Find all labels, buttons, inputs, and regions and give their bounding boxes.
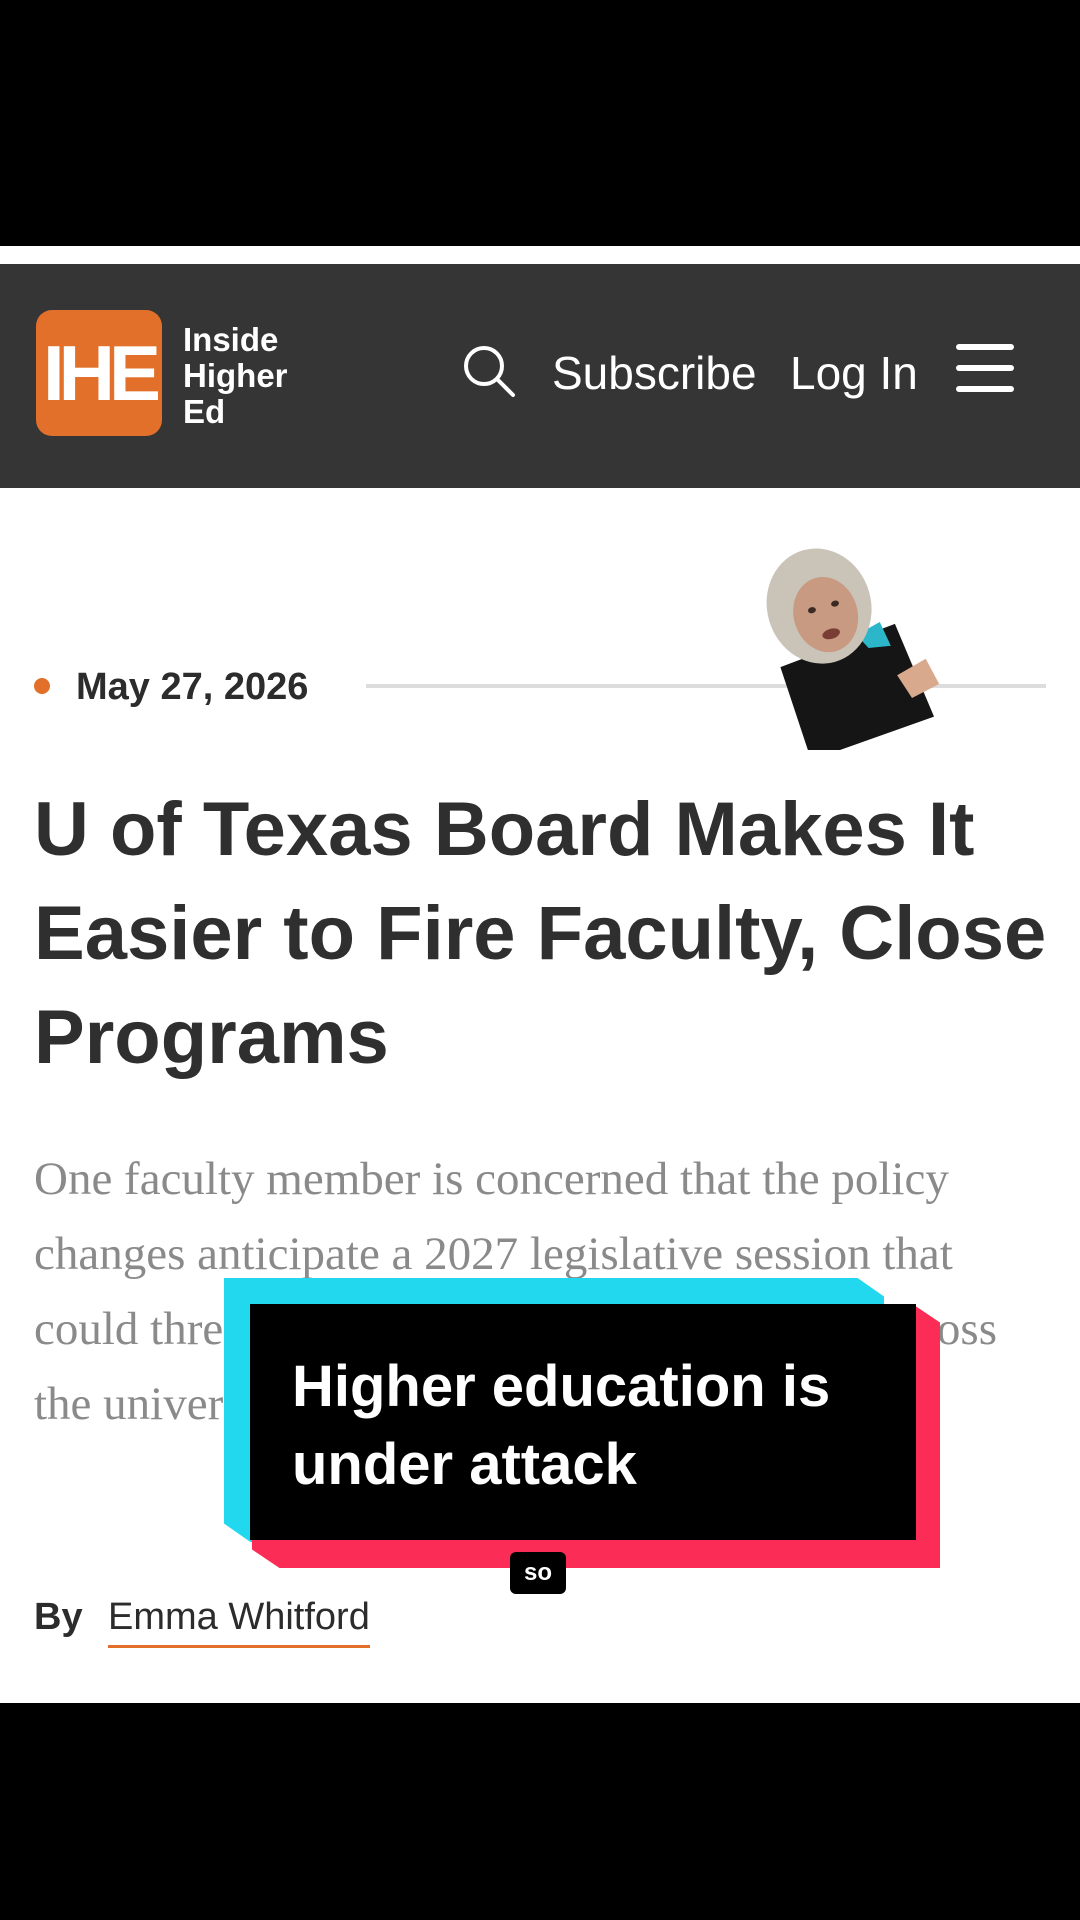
- video-letterbox-top: [0, 0, 1080, 246]
- author-link[interactable]: Emma Whitford: [108, 1596, 370, 1648]
- menu-icon[interactable]: [956, 344, 1014, 392]
- article-date: May 27, 2026: [76, 666, 309, 708]
- byline-prefix: By: [34, 1596, 83, 1638]
- video-letterbox-bottom: [0, 1703, 1080, 1920]
- logo-line-3: Ed: [183, 393, 226, 430]
- date-dot: [34, 678, 50, 694]
- logo-line-2: Higher: [183, 357, 288, 394]
- speaker-cutout: [766, 548, 940, 750]
- subscribe-link[interactable]: Subscribe: [552, 346, 757, 400]
- article-headline: U of Texas Board Makes It Easier to Fire…: [34, 787, 1047, 1080]
- logo-wordmark[interactable]: Inside Higher Ed: [183, 322, 288, 430]
- login-link[interactable]: Log In: [790, 346, 918, 400]
- search-icon[interactable]: [462, 344, 516, 398]
- caption-text: Higher education is under attack: [292, 1354, 831, 1497]
- logo-mark: IHE: [42, 328, 161, 417]
- logo-line-1: Inside: [183, 321, 279, 358]
- site-header: IHE Inside Higher Ed Subscribe Log In: [0, 264, 1080, 488]
- site-logo[interactable]: IHE: [36, 310, 162, 436]
- page-top-edge: [0, 246, 1080, 264]
- subtitle-word: so: [510, 1552, 567, 1594]
- byline: By Emma Whitford: [34, 1596, 370, 1648]
- date-divider: [366, 684, 1046, 688]
